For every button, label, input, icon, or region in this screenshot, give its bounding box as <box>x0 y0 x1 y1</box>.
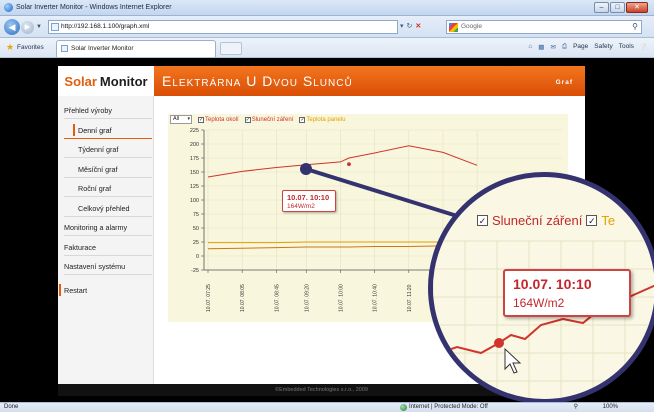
magnified-highlight-point <box>494 338 504 348</box>
zoom-icon[interactable]: ⚲ <box>574 403 578 412</box>
search-input[interactable]: Google ⚲ <box>446 20 642 34</box>
url-input[interactable]: http://192.168.1.100/graph.xml <box>48 20 398 34</box>
favorites-button[interactable]: Favorites <box>17 44 44 51</box>
tab-page-icon <box>61 45 68 52</box>
safety-menu[interactable]: Safety <box>594 43 612 51</box>
search-icon[interactable]: ⚲ <box>632 21 638 33</box>
magnified-legend-solar: Sluneční záření <box>492 213 583 228</box>
print-icon[interactable]: ⎙ <box>562 43 567 51</box>
google-icon <box>449 23 458 32</box>
favorites-bar: ★ Favorites Solar Inverter Monitor ⌂ ▩ ✉… <box>0 38 654 58</box>
magnified-tooltip-value: 164W/m2 <box>513 296 565 310</box>
stop-icon[interactable]: ✕ <box>415 20 421 34</box>
new-tab-button[interactable] <box>220 42 242 55</box>
magnified-tooltip: 10.07. 10:10 164W/m2 <box>503 269 631 317</box>
history-dropdown-icon[interactable]: ▼ <box>36 24 42 30</box>
maximize-button[interactable]: □ <box>610 2 625 13</box>
minimize-button[interactable]: – <box>594 2 609 13</box>
url-dropdown-icon[interactable]: ▾ <box>400 20 404 34</box>
url-text: http://192.168.1.100/graph.xml <box>61 23 150 30</box>
globe-icon <box>400 404 407 411</box>
help-icon[interactable]: ❔ <box>640 43 648 51</box>
magnified-legend: ✓ Sluneční záření ✓ Te <box>477 213 615 228</box>
security-zone[interactable]: Internet | Protected Mode: Off <box>400 403 488 412</box>
status-bar: Done Internet | Protected Mode: Off ⚲ 10… <box>0 402 654 412</box>
close-button[interactable]: ✕ <box>626 2 648 13</box>
window-controls: – □ ✕ <box>594 2 648 13</box>
tools-menu[interactable]: Tools <box>619 43 634 51</box>
favorites-star-icon[interactable]: ★ <box>6 42 14 53</box>
ie-logo-icon <box>4 3 13 12</box>
window-title: Solar Inverter Monitor - Windows Interne… <box>16 4 172 11</box>
tab-title: Solar Inverter Monitor <box>71 45 134 52</box>
magnified-tooltip-time: 10.07. 10:10 <box>513 276 592 292</box>
security-zone-text: Internet | Protected Mode: Off <box>409 404 488 410</box>
search-placeholder: Google <box>461 23 482 30</box>
back-button[interactable]: ◀ <box>4 19 20 35</box>
url-tools: ▾ ↻ ✕ <box>400 20 421 34</box>
status-text: Done <box>4 404 19 410</box>
page-icon <box>51 23 59 31</box>
window-titlebar: Solar Inverter Monitor - Windows Interne… <box>0 0 654 16</box>
magnified-checkbox-panel: ✓ <box>586 215 598 226</box>
home-icon[interactable]: ⌂ <box>528 43 532 51</box>
browser-tab[interactable]: Solar Inverter Monitor <box>56 40 216 57</box>
magnified-legend-panel: Te <box>601 213 616 228</box>
mail-icon[interactable]: ✉ <box>550 43 555 51</box>
zoom-level[interactable]: 100% <box>603 403 618 412</box>
feeds-icon[interactable]: ▩ <box>538 43 544 51</box>
magnified-checkbox-solar: ✓ <box>477 215 488 226</box>
address-toolbar: ◀ ▶ ▼ http://192.168.1.100/graph.xml ▾ ↻… <box>0 16 654 38</box>
magnifier-lens: ✓ Sluneční záření ✓ Te 10.07. 10:10 164W… <box>428 172 654 404</box>
page-menu[interactable]: Page <box>573 43 588 51</box>
refresh-icon[interactable]: ↻ <box>407 20 413 34</box>
forward-button[interactable]: ▶ <box>21 21 34 34</box>
command-bar: ⌂ ▩ ✉ ⎙ Page Safety Tools ❔ <box>528 43 648 51</box>
